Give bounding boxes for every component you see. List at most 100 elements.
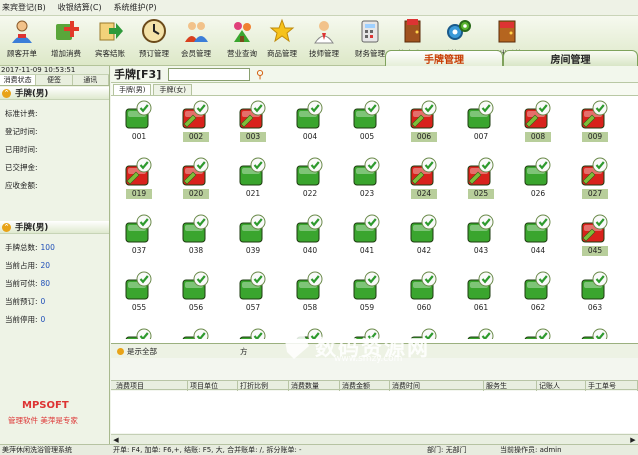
card-tile[interactable]: 007 — [465, 100, 497, 143]
toolbar-button-person[interactable]: 顾客开单 — [1, 18, 43, 64]
card-tile[interactable]: 006 — [408, 100, 440, 143]
card-tile[interactable]: 024 — [408, 157, 440, 200]
card-number: 022 — [302, 189, 318, 198]
left-panel: 2017-11-09 10:53:51 消费状态 便签 通讯 ⌃ 手牌(男) 标… — [0, 66, 110, 444]
toolbar-button-people[interactable]: 会员管理 — [175, 18, 217, 64]
card-tile[interactable] — [351, 328, 383, 339]
card-tile[interactable]: 001 — [123, 100, 155, 143]
card-occupied-icon — [581, 214, 608, 243]
column-header[interactable]: 消费数量 — [289, 381, 340, 391]
toolbar-button-add[interactable]: 增加消费 — [45, 18, 87, 64]
card-tile[interactable] — [237, 328, 269, 339]
toolbar-button-star[interactable]: 商品管理 — [261, 18, 303, 64]
card-tile[interactable] — [579, 328, 611, 339]
search-input[interactable] — [168, 67, 250, 81]
card-tile[interactable]: 061 — [465, 271, 497, 314]
tab-consumption-status[interactable]: 消费状态 — [0, 75, 37, 85]
card-tile[interactable]: 058 — [294, 271, 326, 314]
card-tile[interactable]: 021 — [237, 157, 269, 200]
column-header[interactable]: 消费项目 — [114, 381, 188, 391]
menu-system[interactable]: 系统维护(P) — [114, 2, 157, 13]
tab-male-cards[interactable]: 手牌(男) — [113, 84, 152, 95]
column-header[interactable]: 打折比例 — [238, 381, 289, 391]
menu-cashier[interactable]: 收银结算(C) — [58, 2, 102, 13]
card-tile[interactable]: 026 — [522, 157, 554, 200]
column-header[interactable]: 项目单位 — [188, 381, 238, 391]
card-number: 041 — [359, 246, 375, 255]
card-tile[interactable]: 022 — [294, 157, 326, 200]
card-tile[interactable] — [294, 328, 326, 339]
card-tile[interactable]: 009 — [579, 100, 611, 143]
card-tile[interactable]: 025 — [465, 157, 497, 200]
card-subtabs: 手牌(男) 手牌(女) — [111, 83, 638, 96]
card-tile[interactable]: 040 — [294, 214, 326, 257]
card-info-header[interactable]: ⌃ 手牌(男) — [0, 87, 109, 100]
card-tile[interactable]: 041 — [351, 214, 383, 257]
tab-card-management[interactable]: 手牌管理 — [385, 50, 503, 66]
card-tile[interactable]: 060 — [408, 271, 440, 314]
card-occupied-icon — [467, 157, 494, 186]
card-number: 057 — [245, 303, 261, 312]
card-tile[interactable]: 043 — [465, 214, 497, 257]
card-tile[interactable]: 005 — [351, 100, 383, 143]
card-tile[interactable] — [123, 328, 155, 339]
page-title: 手牌[F3] — [114, 68, 162, 81]
column-header[interactable]: 记账人 — [537, 381, 586, 391]
card-tile[interactable]: 056 — [180, 271, 212, 314]
menu-guest-register[interactable]: 来宾登记(B) — [2, 2, 46, 13]
card-tile[interactable]: 062 — [522, 271, 554, 314]
card-tile[interactable]: 004 — [294, 100, 326, 143]
consumption-table-body — [111, 391, 638, 433]
gears-icon — [447, 20, 471, 40]
exit-icon — [498, 20, 516, 43]
status-bar: 美萍休闲洗浴管理系统 开单: F4, 加单: F6,+, 结账: F5, 大, … — [0, 444, 638, 455]
tab-notes[interactable]: 便签 — [36, 75, 73, 85]
card-tile[interactable]: 042 — [408, 214, 440, 257]
card-free-icon — [182, 328, 209, 339]
toolbar-button-clock[interactable]: 预订管理 — [133, 18, 175, 64]
column-header[interactable]: 消费金额 — [340, 381, 390, 391]
card-tile[interactable]: 038 — [180, 214, 212, 257]
card-tile[interactable] — [522, 328, 554, 339]
card-free-icon — [410, 328, 437, 339]
column-header[interactable]: 服务生 — [484, 381, 537, 391]
column-header[interactable]: 消费时间 — [390, 381, 484, 391]
toolbar-button-flowers[interactable]: 营业查询 — [221, 18, 263, 64]
toolbar-button-staff[interactable]: 技师管理 — [303, 18, 345, 64]
toolbar-button-arrow[interactable]: 宾客结账 — [89, 18, 131, 64]
card-tile[interactable]: 002 — [180, 100, 212, 143]
card-tile[interactable]: 008 — [522, 100, 554, 143]
card-tile[interactable]: 055 — [123, 271, 155, 314]
card-occupied-icon — [125, 157, 152, 186]
card-tile[interactable]: 003 — [237, 100, 269, 143]
show-all-icon — [117, 347, 124, 355]
show-all-button[interactable]: 是示全部 — [127, 346, 157, 357]
card-tile[interactable]: 057 — [237, 271, 269, 314]
card-tile[interactable] — [465, 328, 497, 339]
card-tile[interactable] — [408, 328, 440, 339]
card-tile[interactable]: 023 — [351, 157, 383, 200]
card-free-icon — [524, 157, 551, 186]
stat-total: 手牌总数: 100 — [5, 242, 55, 252]
tab-contacts[interactable]: 通讯 — [72, 75, 109, 85]
horizontal-scrollbar[interactable]: ◀ ▶ — [111, 434, 638, 444]
search-icon[interactable]: ⚲ — [256, 69, 264, 80]
card-stats-header[interactable]: ⌃ 手牌(男) — [0, 221, 109, 234]
tab-female-cards[interactable]: 手牌(女) — [153, 84, 192, 95]
card-tile[interactable]: 019 — [123, 157, 155, 200]
card-tile[interactable]: 020 — [180, 157, 212, 200]
card-tile[interactable]: 063 — [579, 271, 611, 314]
card-tile[interactable]: 039 — [237, 214, 269, 257]
card-tile[interactable] — [180, 328, 212, 339]
card-tile[interactable]: 059 — [351, 271, 383, 314]
status-shortcuts: 开单: F4, 加单: F6,+, 结账: F5, 大, 合并账单: /, 拆分… — [113, 446, 302, 454]
tab-room-management[interactable]: 房间管理 — [503, 50, 638, 66]
column-header[interactable]: 手工单号 — [586, 381, 638, 391]
card-number: 059 — [359, 303, 375, 312]
card-tile[interactable]: 045 — [579, 214, 611, 257]
card-tile[interactable]: 044 — [522, 214, 554, 257]
card-free-icon — [125, 214, 152, 243]
card-tile[interactable]: 037 — [123, 214, 155, 257]
card-tile[interactable]: 027 — [579, 157, 611, 200]
card-free-icon — [296, 328, 323, 339]
